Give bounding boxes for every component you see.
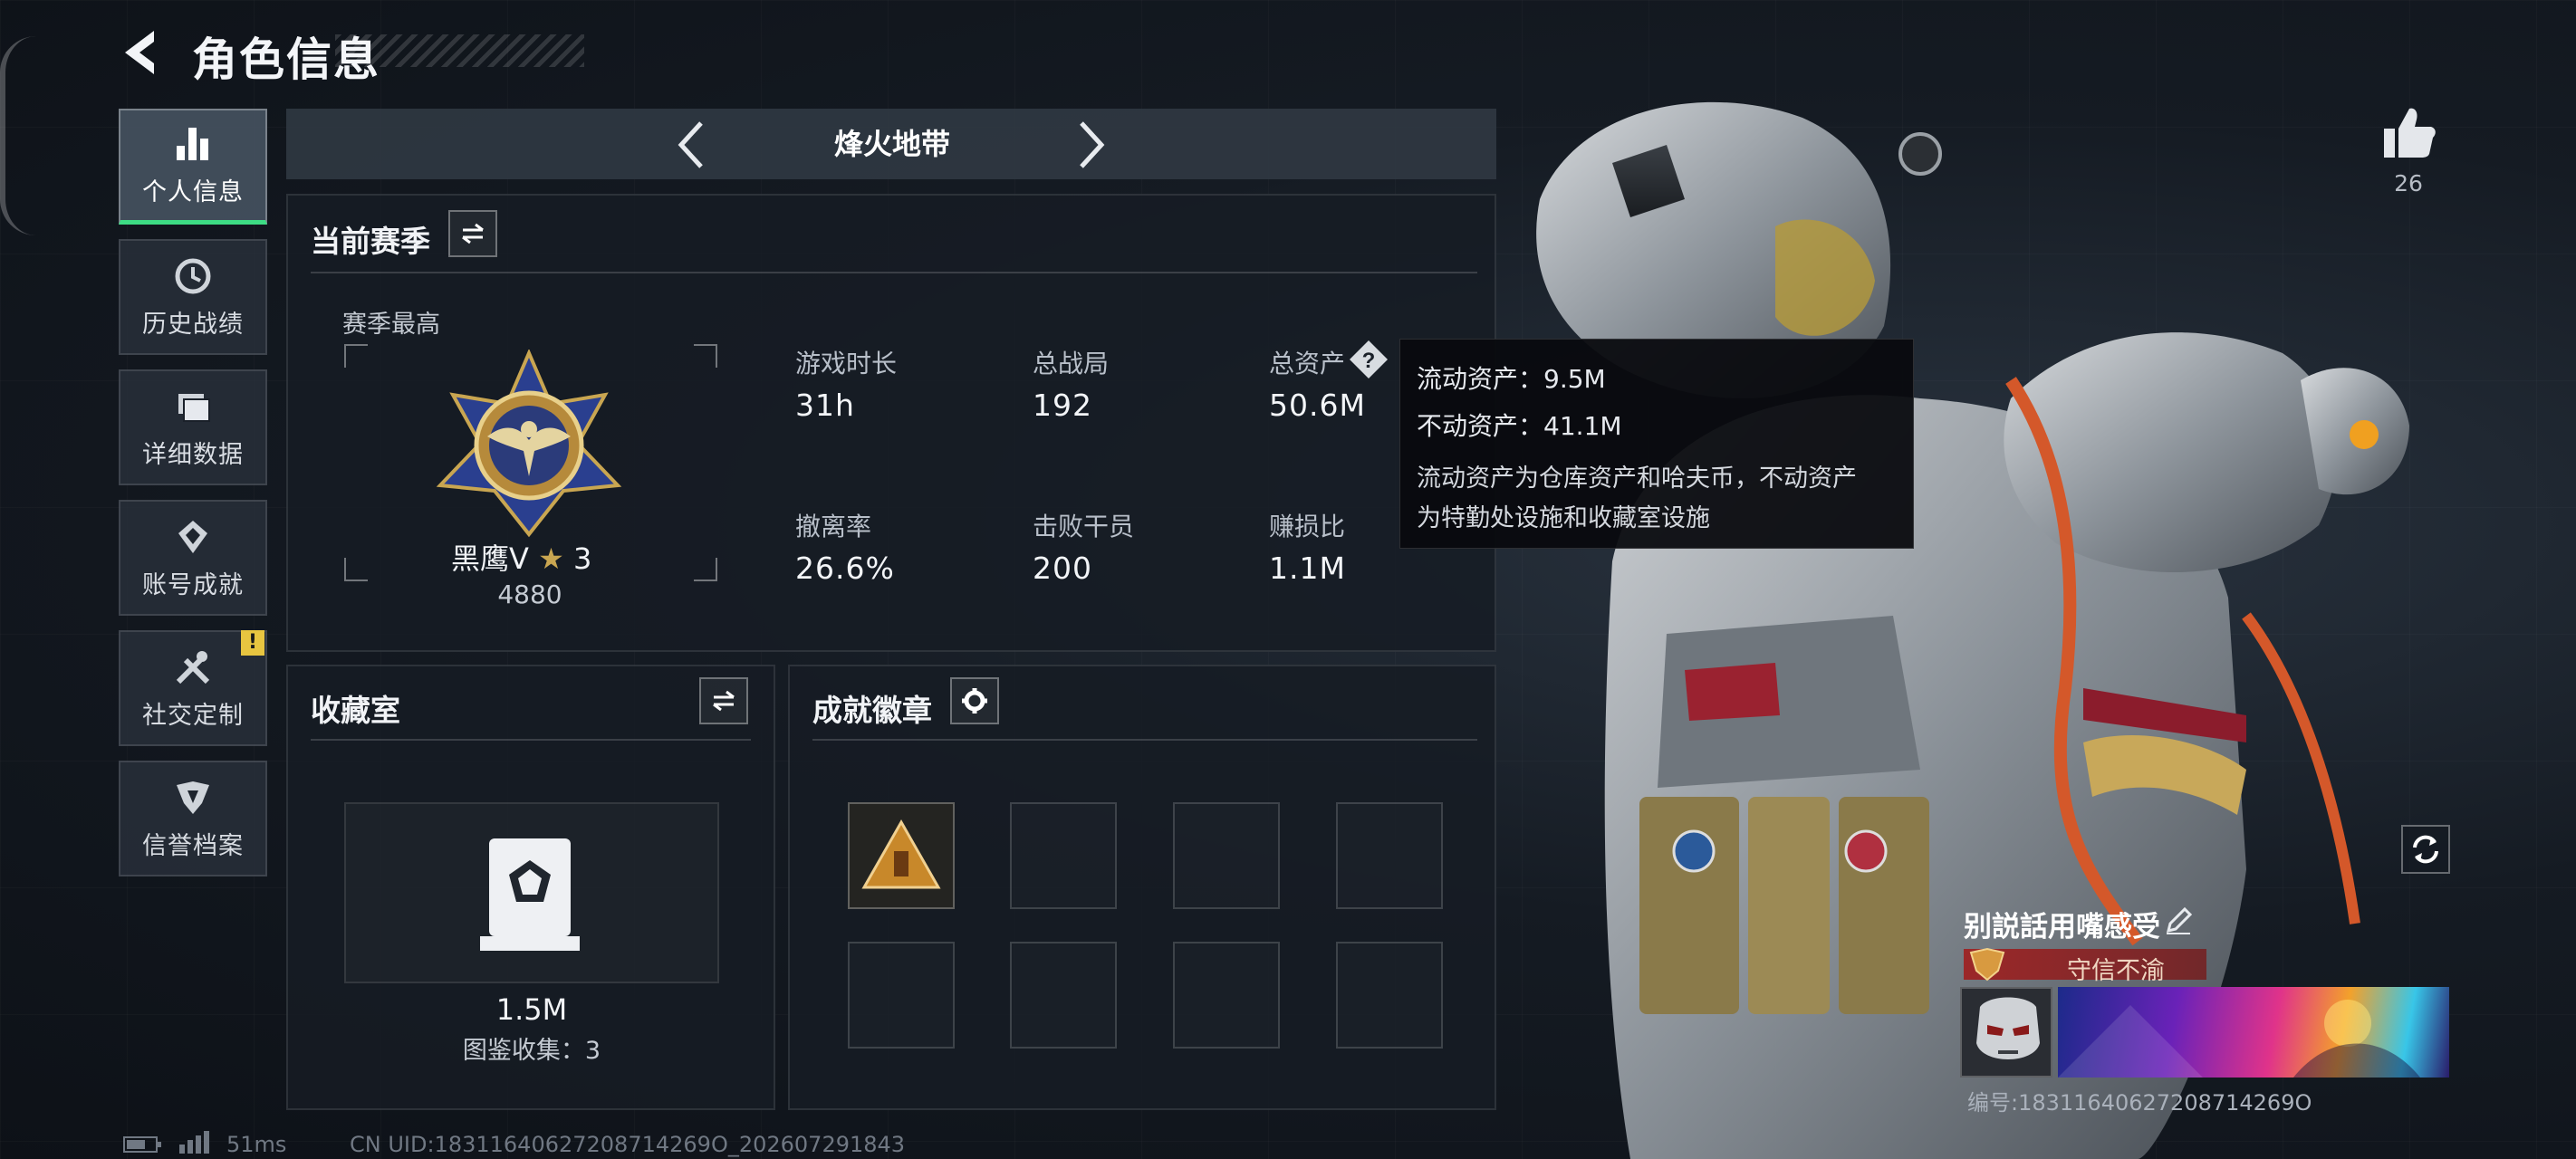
sidebar-item-label: 个人信息 bbox=[142, 178, 244, 206]
badge-slot[interactable] bbox=[1336, 942, 1443, 1049]
rank-stars: 3 bbox=[572, 541, 592, 576]
reputation-label: 守信不渝 bbox=[2067, 957, 2165, 985]
frame-corner bbox=[694, 344, 717, 368]
bar-chart-icon bbox=[172, 123, 214, 165]
season-title: 当前赛季 bbox=[311, 224, 430, 259]
rank-score: 4880 bbox=[497, 580, 562, 609]
collection-title: 收藏室 bbox=[311, 693, 400, 728]
star-icon: ★ bbox=[538, 541, 564, 576]
help-icon[interactable]: ? bbox=[1348, 339, 1389, 380]
history-clock-icon bbox=[172, 255, 214, 297]
badge-slot[interactable] bbox=[848, 802, 955, 909]
tooltip-fixed-assets: 不动资产：41.1M bbox=[1417, 411, 1622, 441]
stat-assets-label: 总资产 bbox=[1269, 349, 1346, 378]
player-id: 编号:18311640627208714269O bbox=[1967, 1090, 2312, 1116]
badge-slot[interactable] bbox=[1173, 802, 1280, 909]
stat-playtime-label: 游戏时长 bbox=[795, 349, 898, 378]
frame-corner bbox=[344, 558, 368, 581]
stat-extract-rate-value: 26.6% bbox=[795, 551, 895, 586]
battery-icon bbox=[123, 1136, 161, 1153]
swap-icon bbox=[713, 690, 735, 712]
stat-profit-ratio-label: 赚损比 bbox=[1269, 512, 1346, 541]
gear-icon bbox=[962, 688, 987, 714]
tools-icon bbox=[172, 647, 214, 688]
folder-icon bbox=[172, 386, 214, 427]
avatar[interactable] bbox=[1960, 987, 2052, 1078]
avatar-mask-image bbox=[1962, 989, 2051, 1076]
badge-slot[interactable] bbox=[1010, 942, 1117, 1049]
edit-name-icon[interactable] bbox=[2163, 905, 2194, 936]
swap-icon bbox=[462, 223, 484, 244]
frame-corner bbox=[344, 344, 368, 368]
banner-art-image bbox=[2058, 1000, 2420, 1078]
frame-corner bbox=[694, 558, 717, 581]
tooltip-desc-line: 为特勤处设施和收藏室设施 bbox=[1417, 504, 1710, 532]
badge-triangle-icon bbox=[861, 819, 941, 889]
badge-slot[interactable] bbox=[848, 942, 955, 1049]
assets-tooltip: 流动资产：9.5M 不动资产：41.1M 流动资产为仓库资产和哈夫币，不动资产 … bbox=[1399, 339, 1914, 549]
tooltip-desc-line: 流动资产为仓库资产和哈夫币，不动资产 bbox=[1417, 465, 1857, 493]
prev-mode-button[interactable] bbox=[672, 118, 712, 172]
divider bbox=[311, 272, 1477, 273]
title-decoration bbox=[335, 34, 584, 67]
tooltip-liquid-assets: 流动资产：9.5M bbox=[1417, 364, 1606, 394]
reputation-emblem-icon bbox=[1969, 947, 2005, 982]
collection-room-preview[interactable] bbox=[344, 802, 719, 983]
player-name: 别説話用嘴感受 bbox=[1964, 911, 2160, 943]
back-button[interactable] bbox=[118, 27, 163, 78]
rank-name: 黑鹰V bbox=[451, 541, 529, 576]
uid-readout: CN UID:18311640627208714269O_20260729184… bbox=[350, 1132, 906, 1157]
rank-eagle-emblem bbox=[436, 350, 622, 538]
refresh-icon[interactable] bbox=[2400, 824, 2451, 875]
sidebar-item-label: 信誉档案 bbox=[142, 831, 244, 860]
sidebar-item-label: 账号成就 bbox=[142, 570, 244, 599]
ping-readout: 51ms bbox=[226, 1132, 287, 1157]
sidebar-item-history[interactable]: 历史战绩 bbox=[119, 239, 267, 355]
stat-kills-value: 200 bbox=[1033, 551, 1092, 586]
badge-slot[interactable] bbox=[1173, 942, 1280, 1049]
season-best-label: 赛季最高 bbox=[342, 311, 440, 339]
notification-badge: ! bbox=[241, 630, 264, 656]
sidebar-item-label: 历史战绩 bbox=[142, 310, 244, 339]
sidebar-item-achievements[interactable]: 账号成就 bbox=[119, 500, 267, 616]
display-case-icon bbox=[480, 838, 580, 951]
signal-icon bbox=[179, 1131, 209, 1154]
rank-label: 黑鹰V ★ 3 bbox=[451, 536, 610, 578]
profile-banner[interactable] bbox=[2058, 987, 2449, 1078]
collection-switch-button[interactable] bbox=[699, 677, 748, 724]
season-switch-button[interactable] bbox=[448, 210, 497, 257]
sidebar-item-detailed-data[interactable]: 详细数据 bbox=[119, 369, 267, 485]
medal-icon bbox=[172, 516, 214, 558]
thumbs-up-icon[interactable] bbox=[2379, 101, 2438, 161]
svg-text:?: ? bbox=[1362, 349, 1376, 373]
sidebar-item-label: 详细数据 bbox=[142, 440, 244, 469]
stat-matches-value: 192 bbox=[1033, 388, 1092, 423]
stat-profit-ratio-value: 1.1M bbox=[1269, 551, 1346, 586]
shield-emblem-icon bbox=[172, 777, 214, 819]
like-count: 26 bbox=[2394, 170, 2423, 196]
next-mode-button[interactable] bbox=[1071, 118, 1110, 172]
stat-extract-rate-label: 撤离率 bbox=[795, 512, 872, 541]
badges-settings-button[interactable] bbox=[950, 677, 999, 724]
stat-assets-value: 50.6M bbox=[1269, 388, 1366, 423]
collection-catalog-count: 图鉴收集：3 bbox=[462, 1037, 601, 1065]
badges-title: 成就徽章 bbox=[812, 693, 932, 728]
divider bbox=[812, 739, 1477, 741]
stat-matches-label: 总战局 bbox=[1033, 349, 1110, 378]
stat-kills-label: 击败干员 bbox=[1033, 512, 1135, 541]
mode-title: 烽火地带 bbox=[833, 127, 950, 161]
badge-slot[interactable] bbox=[1336, 802, 1443, 909]
sidebar-item-reputation[interactable]: 信誉档案 bbox=[119, 761, 267, 876]
decorative-arc bbox=[0, 36, 36, 235]
sidebar-item-label: 社交定制 bbox=[142, 701, 244, 730]
stat-playtime-value: 31h bbox=[795, 388, 855, 423]
divider bbox=[311, 739, 751, 741]
sidebar-item-personal-info[interactable]: 个人信息 bbox=[119, 109, 267, 225]
badge-slot[interactable] bbox=[1010, 802, 1117, 909]
tooltip-description: 流动资产为仓库资产和哈夫币，不动资产 为特勤处设施和收藏室设施 bbox=[1417, 459, 1897, 539]
collection-value: 1.5M bbox=[495, 992, 568, 1027]
